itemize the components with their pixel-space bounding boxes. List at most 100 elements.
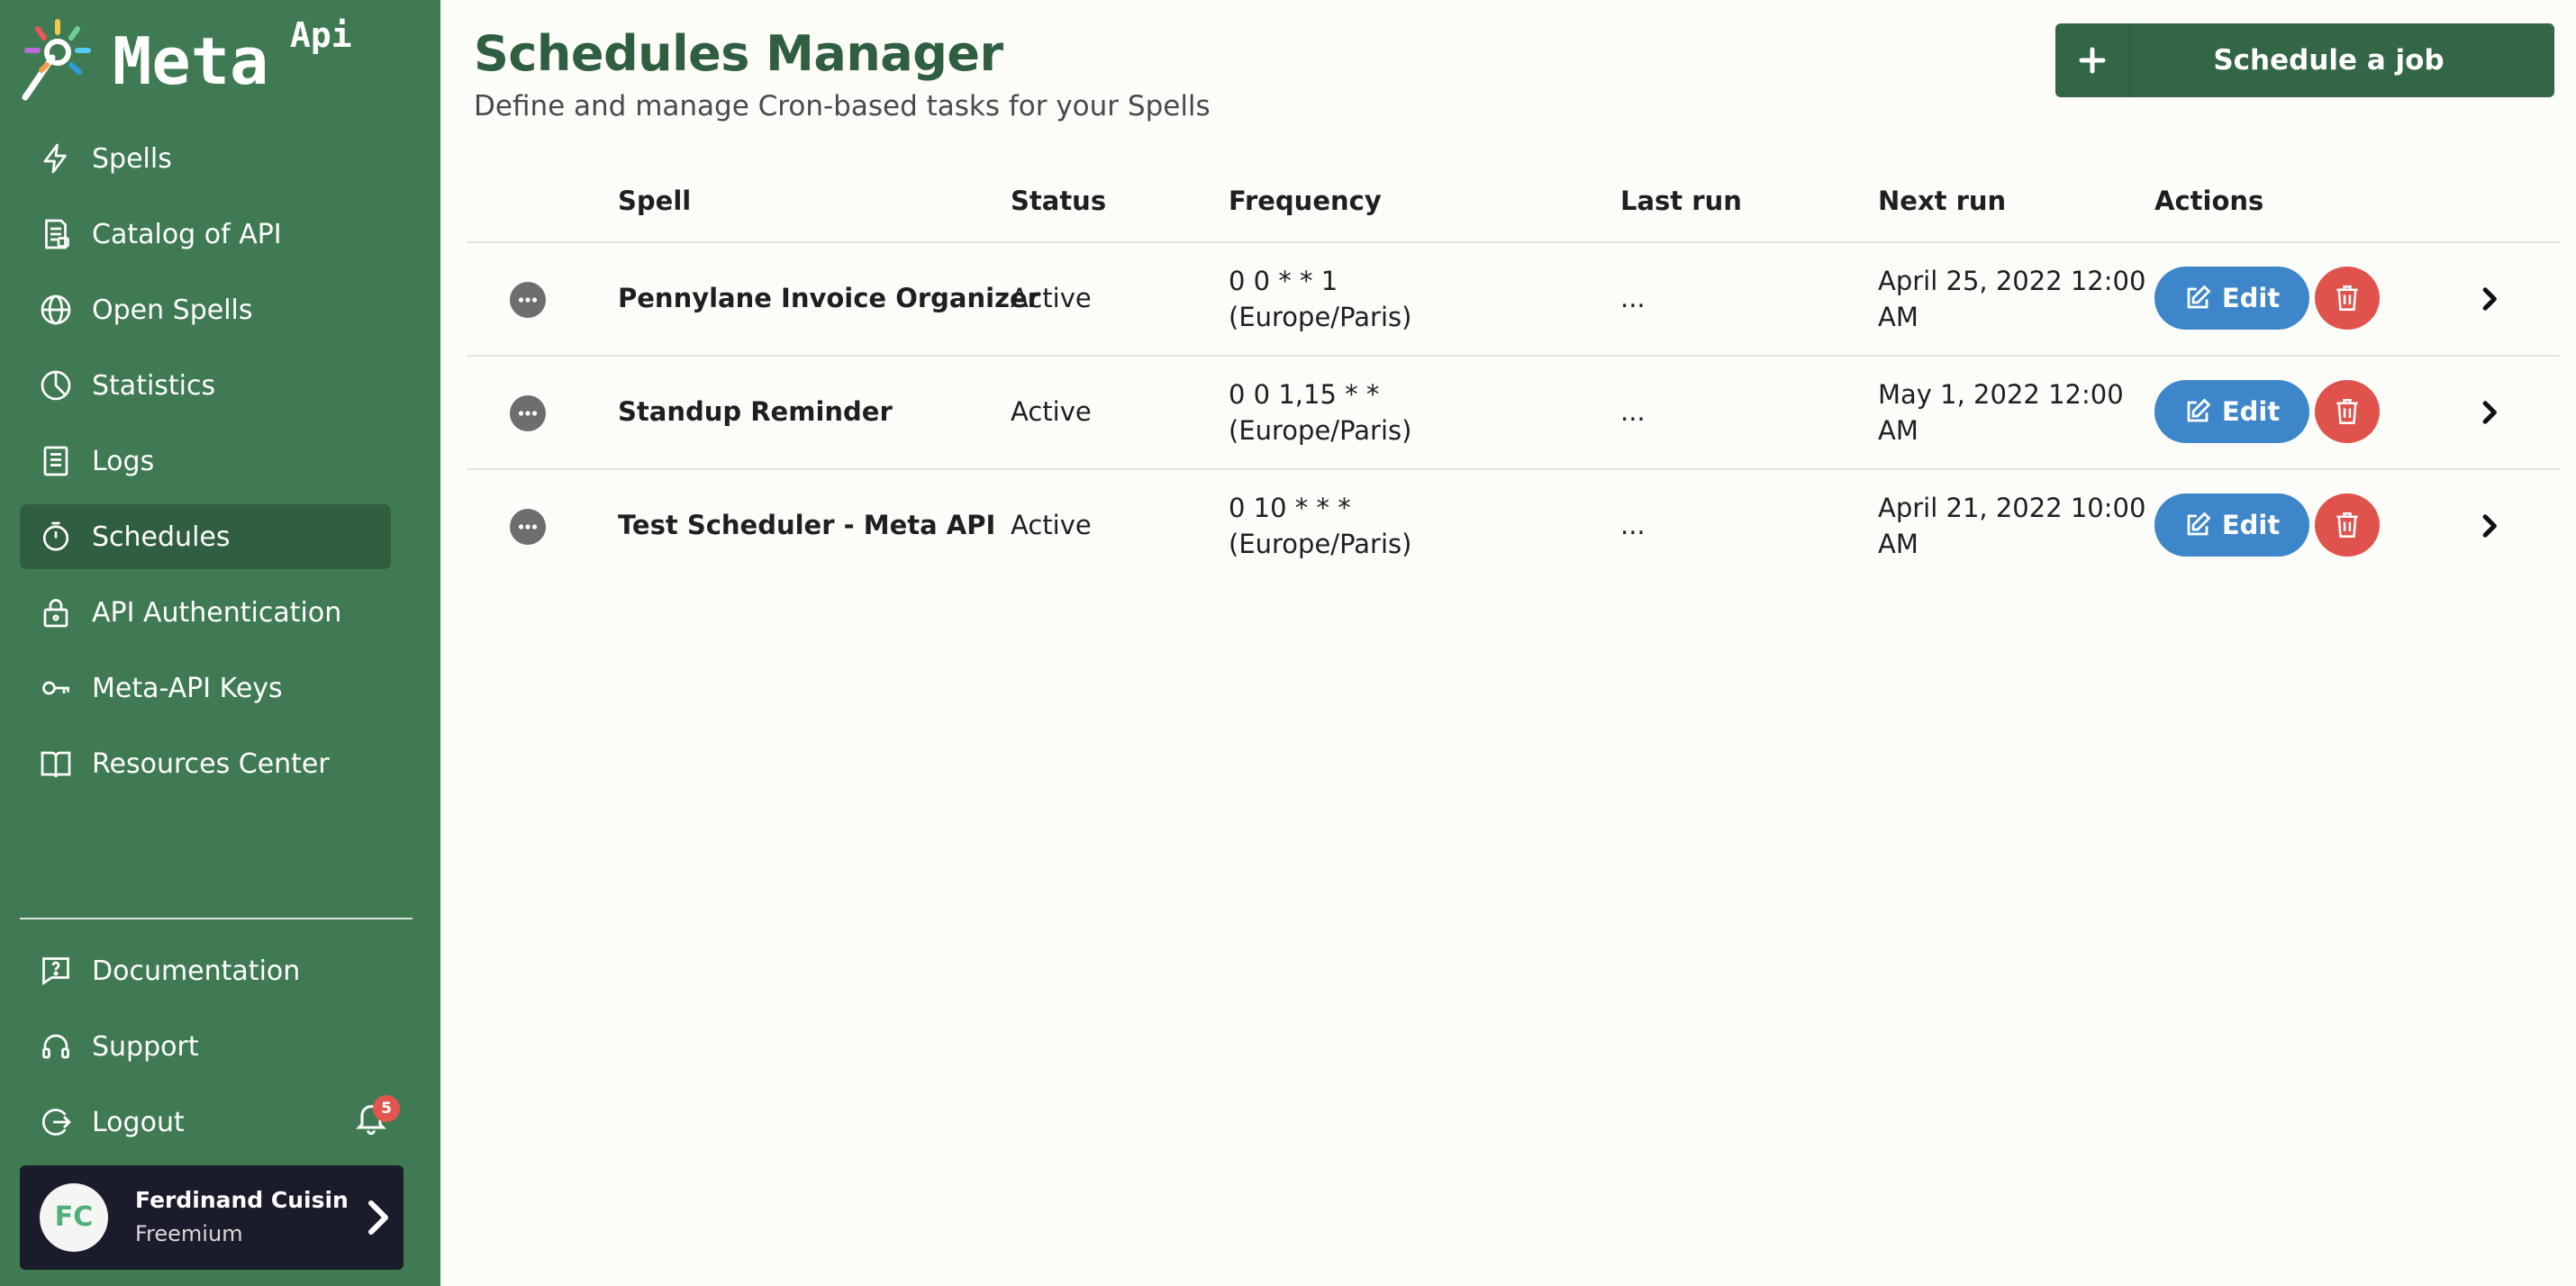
sidebar-item-label: Open Spells [92,294,253,326]
edit-button[interactable]: Edit [2154,380,2309,443]
frequency: 0 0 * * 1 (Europe/Paris) [1229,263,1411,335]
sidebar-item-catalog[interactable]: Catalog of API [20,202,391,267]
lightning-icon [43,143,67,174]
sidebar-item-label: Logs [92,445,155,477]
status-text: Active [1011,396,1092,427]
timezone: (Europe/Paris) [1229,302,1412,332]
page-subtitle: Define and manage Cron-based tasks for y… [474,90,1211,122]
sidebar-item-resources-center[interactable]: Resources Center [20,731,391,796]
table-row[interactable]: Standup Reminder Active 0 0 1,15 * * (Eu… [467,355,2560,468]
notification-count-badge: 5 [373,1095,400,1122]
edit-icon [2187,512,2211,536]
sidebar-item-open-spells[interactable]: Open Spells [20,277,391,342]
edit-label: Edit [2221,510,2281,540]
sidebar-item-label: Resources Center [92,747,330,780]
sidebar-divider [20,918,413,919]
next-run-line-1: May 1, 2022 12:00 [1878,379,2124,410]
sidebar-item-statistics[interactable]: Statistics [20,353,391,418]
chevron-right-icon [368,1200,388,1235]
column-header-last-run: Last run [1620,186,1742,216]
user-plan: Freemium [135,1221,243,1246]
edit-label: Edit [2221,396,2281,427]
trash-icon [2336,399,2358,424]
sidebar-item-label: Catalog of API [92,218,282,250]
more-options-icon[interactable] [510,282,546,318]
next-run-line-1: April 21, 2022 10:00 [1878,493,2146,523]
column-header-status: Status [1011,186,1107,216]
frequency: 0 10 * * * (Europe/Paris) [1229,490,1411,562]
stopwatch-icon [42,521,69,551]
table-row[interactable]: Test Scheduler - Meta API Active 0 10 * … [467,468,2560,582]
sidebar-item-meta-api-keys[interactable]: Meta-API Keys [20,656,391,720]
last-run: ... [1620,510,1646,540]
globe-icon [41,294,71,325]
sidebar-item-label: Spells [92,142,172,175]
cron-expression: 0 0 1,15 * * [1229,379,1380,410]
user-profile-card[interactable]: FC Ferdinand Cuisin Freemium [20,1165,404,1270]
trash-icon [2336,512,2358,538]
spell-name: Standup Reminder [618,396,893,427]
chevron-right-icon[interactable] [2481,398,2500,427]
cron-expression: 0 0 * * 1 [1229,266,1338,296]
table-row[interactable]: Pennylane Invoice Organizer Active 0 0 *… [467,241,2560,355]
lock-icon [43,599,68,628]
plus-icon [2079,47,2106,74]
delete-button[interactable] [2315,267,2380,330]
spell-name: Test Scheduler - Meta API [618,510,996,540]
column-header-spell: Spell [618,186,692,216]
sidebar-item-label: Schedules [92,521,231,553]
delete-button[interactable] [2315,494,2380,557]
sidebar-item-documentation[interactable]: Documentation [20,938,413,1003]
catalog-icon [45,219,69,249]
sidebar-nav: Spells Catalog of API Open Spells Statis… [20,126,391,807]
sidebar-item-logs[interactable]: Logs [20,429,391,494]
frequency: 0 0 1,15 * * (Europe/Paris) [1229,376,1411,448]
key-icon [42,681,69,695]
book-icon [41,751,71,778]
app-logo[interactable]: Meta Api [20,16,398,106]
headset-icon [42,1034,69,1059]
edit-button[interactable]: Edit [2154,267,2309,330]
next-run-line-1: April 25, 2022 12:00 [1878,266,2146,296]
more-options-icon[interactable] [510,395,546,431]
column-header-actions: Actions [2154,186,2264,216]
avatar: FC [40,1183,108,1252]
next-run-line-2: AM [1878,302,1918,332]
sidebar-item-schedules[interactable]: Schedules [20,504,391,569]
timezone: (Europe/Paris) [1229,529,1412,559]
logo-text: Meta [113,23,269,99]
user-name: Ferdinand Cuisin [135,1187,349,1213]
sidebar-item-label: Meta-API Keys [92,672,283,704]
next-run: April 25, 2022 12:00 AM [1878,263,2145,335]
timezone: (Europe/Paris) [1229,415,1412,446]
last-run: ... [1620,396,1646,427]
plus-icon-wrapper [2055,23,2130,97]
sidebar-item-label: API Authentication [92,596,342,629]
edit-button[interactable]: Edit [2154,494,2309,557]
chevron-right-icon[interactable] [2481,285,2500,313]
schedules-table: Spell Status Frequency Last run Next run… [467,169,2560,559]
sidebar-item-spells[interactable]: Spells [20,126,391,191]
status-text: Active [1011,283,1092,313]
sidebar-item-label: Documentation [92,955,301,987]
schedule-job-label: Schedule a job [2213,44,2444,77]
help-icon [42,957,69,986]
chevron-right-icon[interactable] [2481,512,2500,540]
last-run: ... [1620,283,1646,313]
schedule-job-button[interactable]: Schedule a job [2055,23,2554,97]
sidebar-item-api-authentication[interactable]: API Authentication [20,580,391,645]
column-header-next-run: Next run [1878,186,2007,216]
sidebar: Meta Api Spells Catalog of API Open Spel… [0,0,440,1286]
edit-icon [2187,398,2211,422]
next-run: April 21, 2022 10:00 AM [1878,490,2145,562]
magic-wand-icon [22,19,91,101]
more-options-icon[interactable] [510,509,546,545]
column-header-frequency: Frequency [1229,186,1382,216]
trash-icon [2336,285,2358,311]
status-text: Active [1011,510,1092,540]
sidebar-item-label: Statistics [92,369,216,402]
sidebar-item-support[interactable]: Support [20,1014,413,1079]
spell-name: Pennylane Invoice Organizer [618,283,1040,313]
document-icon [43,446,68,476]
delete-button[interactable] [2315,380,2380,443]
